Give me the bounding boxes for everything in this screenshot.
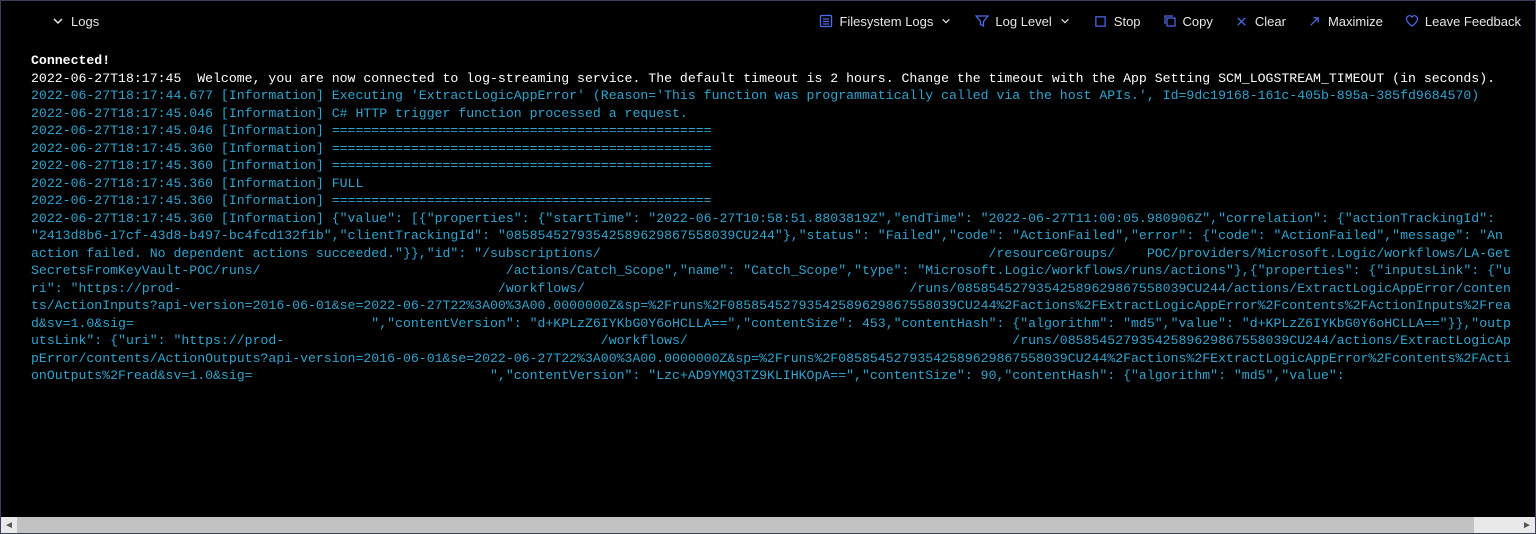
close-icon [1235,14,1249,28]
stop-label: Stop [1114,14,1141,29]
log-line: 2022-06-27T18:17:45.046 [Information] C#… [31,106,688,121]
horizontal-scrollbar[interactable]: ◄ ► [1,517,1535,533]
chevron-down-icon [1058,14,1072,28]
maximize-icon [1308,14,1322,28]
log-scroll[interactable]: Connected! 2022-06-27T18:17:45 Welcome, … [1,42,1535,517]
log-level-dropdown[interactable]: Log Level [973,10,1073,33]
log-line: Connected! [31,53,110,68]
clear-label: Clear [1255,14,1286,29]
log-level-label: Log Level [995,14,1051,29]
log-line: 2022-06-27T18:17:45.360 [Information] ==… [31,141,712,156]
copy-label: Copy [1183,14,1213,29]
chevron-down-icon [51,14,65,28]
scroll-track[interactable] [17,517,1519,533]
log-area: Connected! 2022-06-27T18:17:45 Welcome, … [1,42,1535,533]
heart-icon [1405,14,1419,28]
list-icon [819,14,833,28]
clear-button[interactable]: Clear [1233,10,1288,33]
log-line: 2022-06-27T18:17:45.360 [Information] {"… [31,211,1511,384]
log-line: 2022-06-27T18:17:44.677 [Information] Ex… [31,88,1479,103]
log-line: 2022-06-27T18:17:45 Welcome, you are now… [31,71,1495,86]
filesystem-logs-dropdown[interactable]: Filesystem Logs [817,10,955,33]
logs-collapse-toggle[interactable]: Logs [49,10,101,33]
scroll-thumb[interactable] [17,517,1474,533]
scroll-left-arrow[interactable]: ◄ [1,517,17,533]
logs-toolbar: Logs Filesystem Logs Log Level [1,1,1535,42]
log-line: 2022-06-27T18:17:45.360 [Information] ==… [31,158,712,173]
log-line: 2022-06-27T18:17:45.046 [Information] ==… [31,123,712,138]
filesystem-logs-label: Filesystem Logs [839,14,933,29]
leave-feedback-button[interactable]: Leave Feedback [1403,10,1523,33]
copy-button[interactable]: Copy [1161,10,1215,33]
logs-title: Logs [71,14,99,29]
log-line: 2022-06-27T18:17:45.360 [Information] ==… [31,193,712,208]
scroll-right-arrow[interactable]: ► [1519,517,1535,533]
logs-panel: Logs Filesystem Logs Log Level [0,0,1536,534]
log-line: 2022-06-27T18:17:45.360 [Information] FU… [31,176,363,191]
copy-icon [1163,14,1177,28]
filter-icon [975,14,989,28]
maximize-label: Maximize [1328,14,1383,29]
stop-button[interactable]: Stop [1092,10,1143,33]
maximize-button[interactable]: Maximize [1306,10,1385,33]
leave-feedback-label: Leave Feedback [1425,14,1521,29]
chevron-down-icon [939,14,953,28]
log-output[interactable]: Connected! 2022-06-27T18:17:45 Welcome, … [31,52,1517,385]
stop-icon [1094,14,1108,28]
